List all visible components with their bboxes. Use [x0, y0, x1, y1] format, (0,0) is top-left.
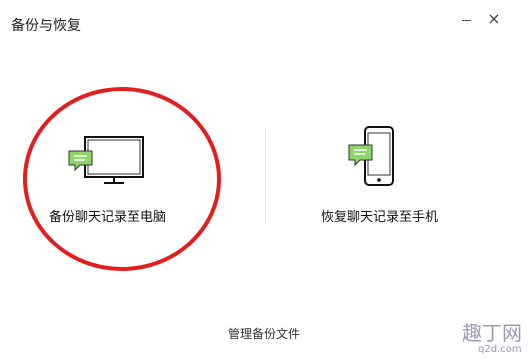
- manage-backup-files-link[interactable]: 管理备份文件: [228, 325, 300, 342]
- phone-message-icon: [348, 126, 394, 186]
- backup-option-label: 备份聊天记录至电脑: [49, 210, 167, 225]
- window-title: 备份与恢复: [11, 18, 81, 34]
- option-divider: [265, 128, 266, 224]
- close-icon[interactable]: ×: [486, 11, 502, 27]
- minimize-icon[interactable]: [459, 11, 475, 27]
- monitor-message-icon: [68, 136, 144, 184]
- watermark-url: q2d.com: [478, 344, 522, 355]
- restore-option-label: 恢复聊天记录至手机: [321, 210, 439, 225]
- backup-to-computer-button[interactable]: 备份聊天记录至电脑: [42, 120, 202, 232]
- backup-restore-window: 备份与恢复 × 备份聊天记录至电脑 恢复聊天记录至手机 管理备份文件 趣丁网 q…: [0, 0, 531, 359]
- watermark-logo-text: 趣丁网: [462, 321, 522, 345]
- restore-to-phone-button[interactable]: 恢复聊天记录至手机: [309, 120, 459, 232]
